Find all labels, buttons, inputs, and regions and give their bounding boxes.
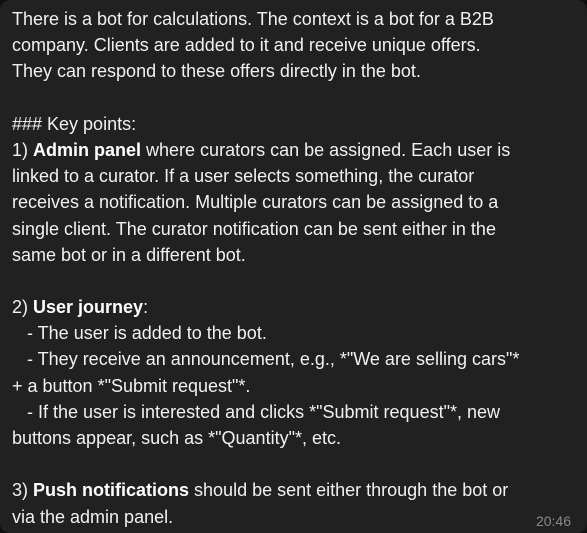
key-points-heading: ### Key points:	[12, 113, 137, 134]
item-number: 3)	[12, 480, 34, 501]
bullet-line: - If the user is interested and clicks *…	[12, 401, 500, 422]
item-number: 1)	[12, 139, 34, 160]
message-text: There is a bot for calculations. The con…	[12, 6, 587, 530]
item-number: 2)	[12, 297, 34, 318]
message-line: receives a notification. Multiple curato…	[12, 192, 499, 213]
message-line: company. Clients are added to it and rec…	[12, 35, 481, 56]
bullet-line: - They receive an announcement, e.g., *"…	[12, 349, 520, 370]
message-line: 1) Admin panel where curators can be ass…	[12, 137, 587, 163]
message-timestamp: 20:46	[535, 513, 571, 529]
message-bubble[interactable]: There is a bot for calculations. The con…	[0, 0, 587, 533]
admin-panel-bold: Admin panel	[33, 139, 142, 160]
push-notifications-bold: Push notifications	[33, 480, 190, 501]
item-text: should be sent either through the bot or	[189, 480, 509, 501]
bullet-line: buttons appear, such as *"Quantity"*, et…	[12, 428, 341, 448]
item-text: where curators can be assigned. Each use…	[141, 139, 511, 160]
message-line: They can respond to these offers directl…	[12, 61, 421, 82]
message-line: via the admin panel.	[12, 506, 174, 527]
message-line: There is a bot for calculations. The con…	[12, 9, 494, 29]
message-line: linked to a curator. If a user selects s…	[12, 166, 475, 187]
message-line: 2) User journey:	[12, 294, 587, 320]
bullet-line: - The user is added to the bot.	[12, 323, 267, 344]
bullet-line: + a button *"Submit request"*.	[12, 375, 251, 396]
item-colon: :	[143, 297, 149, 318]
user-journey-bold: User journey	[33, 297, 144, 318]
message-line: single client. The curator notification …	[12, 218, 496, 239]
message-line: 3) Push notifications should be sent eit…	[12, 477, 587, 503]
message-line: same bot or in a different bot.	[12, 244, 246, 265]
